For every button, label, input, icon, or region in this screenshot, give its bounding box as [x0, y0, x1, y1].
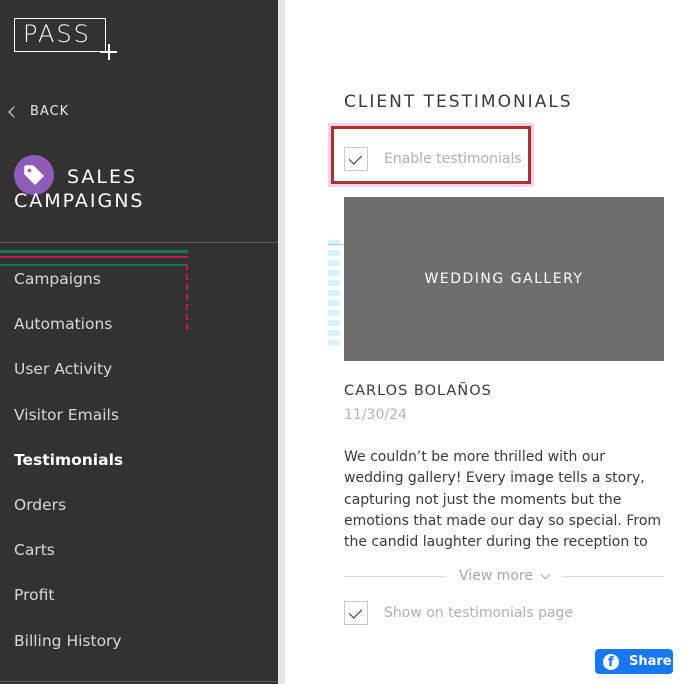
sidebar-item-testimonials[interactable]: Testimonials: [14, 443, 123, 488]
share-label: Share: [629, 654, 672, 669]
pass-logo[interactable]: PASS: [14, 18, 118, 60]
sidebar-item-visitor-emails[interactable]: Visitor Emails: [14, 398, 123, 443]
sidebar: PASS BACK SALES CAMPAIGNS Campaigns Auto…: [0, 0, 278, 684]
sidebar-item-billing-history[interactable]: Billing History: [14, 624, 123, 669]
enable-testimonials-toggle[interactable]: Enable testimonials: [344, 147, 522, 171]
page-title: CLIENT TESTIMONIALS: [344, 92, 573, 112]
chevron-down-icon: [540, 569, 551, 579]
plus-icon: [100, 44, 118, 62]
view-more-button[interactable]: View more: [459, 568, 551, 584]
show-on-page-checkbox[interactable]: [344, 601, 368, 625]
sidebar-item-profit[interactable]: Profit: [14, 578, 123, 623]
guide-overlay-tick: [328, 244, 344, 245]
sidebar-item-user-activity[interactable]: User Activity: [14, 352, 123, 397]
testimonial-text: We couldn’t be more thrilled with our we…: [344, 449, 662, 551]
check-icon: [348, 151, 363, 165]
guide-overlay-dots: [328, 240, 340, 345]
check-icon: [348, 605, 363, 619]
sidebar-divider-bottom: [0, 681, 278, 682]
facebook-icon: f: [603, 653, 619, 670]
logo-text: PASS: [14, 18, 106, 52]
gallery-thumbnail[interactable]: WEDDING GALLERY: [344, 197, 664, 361]
panel-gutter: [278, 0, 285, 684]
show-on-page-label: Show on testimonials page: [384, 605, 574, 621]
testimonial-date: 11/30/24: [344, 407, 407, 423]
divider-right: [562, 575, 664, 577]
sidebar-item-orders[interactable]: Orders: [14, 488, 123, 533]
view-more-label: View more: [459, 568, 533, 584]
back-label: BACK: [30, 104, 70, 119]
facebook-share-button[interactable]: f Share: [595, 649, 673, 674]
chevron-left-icon: [8, 105, 20, 118]
gallery-label: WEDDING GALLERY: [424, 271, 584, 287]
sidebar-item-automations[interactable]: Automations: [14, 307, 123, 352]
view-more-row: View more: [344, 566, 664, 586]
sidebar-nav: Campaigns Automations User Activity Visi…: [14, 262, 123, 669]
enable-testimonials-checkbox[interactable]: [344, 147, 368, 171]
main-panel: CLIENT TESTIMONIALS Enable testimonials …: [285, 0, 688, 684]
show-on-page-toggle[interactable]: Show on testimonials page: [344, 601, 573, 625]
sidebar-item-carts[interactable]: Carts: [14, 533, 123, 578]
sidebar-item-campaigns[interactable]: Campaigns: [14, 262, 123, 307]
enable-testimonials-label: Enable testimonials: [384, 151, 522, 167]
back-link[interactable]: BACK: [8, 104, 69, 119]
divider-left: [344, 575, 446, 577]
section-title: SALES CAMPAIGNS: [14, 166, 145, 212]
testimonial-author: CARLOS BOLAÑOS: [344, 383, 492, 399]
sidebar-divider: [0, 242, 278, 243]
